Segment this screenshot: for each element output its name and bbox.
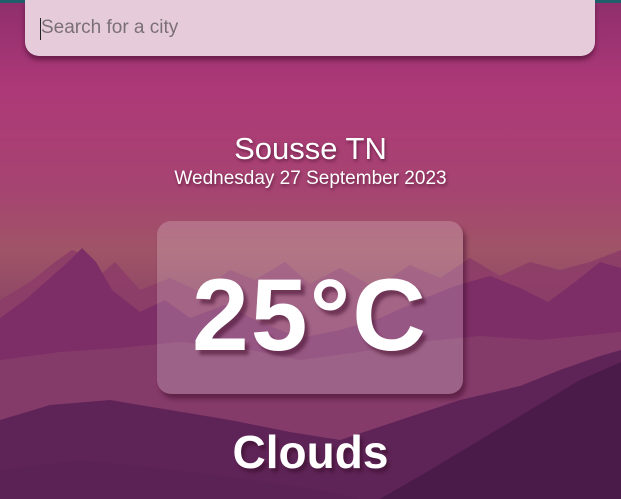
text-cursor — [40, 18, 41, 40]
location-block: Sousse TN Wednesday 27 September 2023 — [0, 130, 621, 190]
search-input[interactable] — [39, 12, 581, 44]
current-date: Wednesday 27 September 2023 — [174, 168, 447, 189]
city-name: Sousse TN — [234, 131, 387, 166]
weather-condition: Clouds — [232, 426, 389, 478]
search-bar — [25, 0, 595, 56]
temperature-card: 25°C — [157, 221, 463, 394]
temperature-value: 25°C — [192, 258, 428, 372]
